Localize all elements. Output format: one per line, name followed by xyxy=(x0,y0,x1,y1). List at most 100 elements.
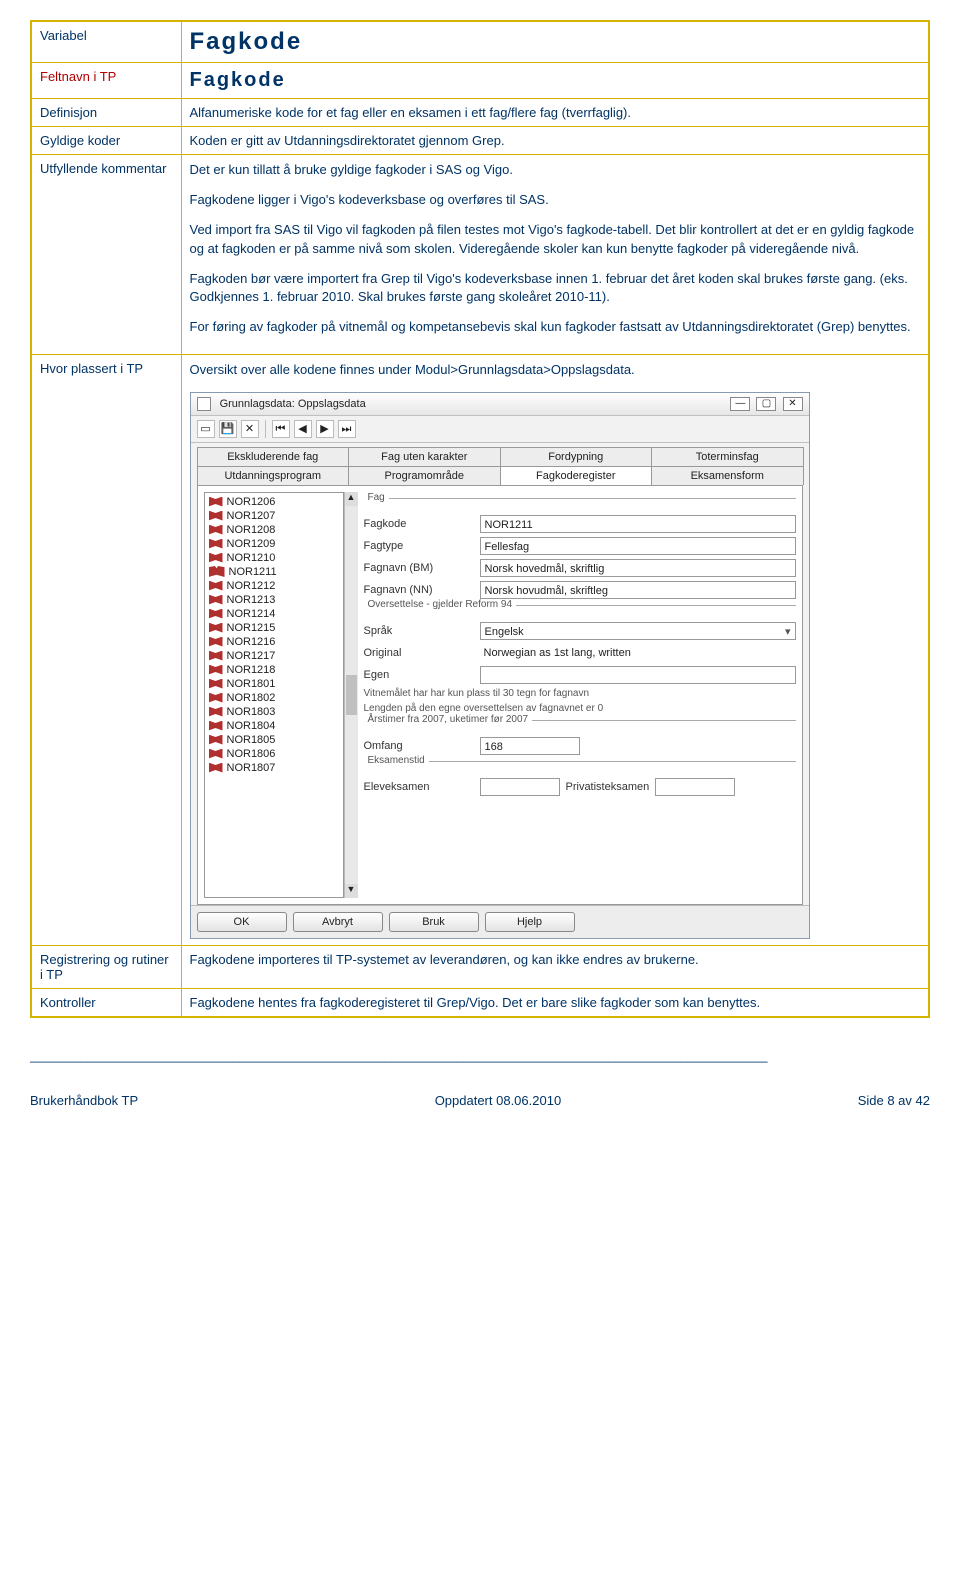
tab-eksamensform[interactable]: Eksamensform xyxy=(651,466,804,485)
book-icon xyxy=(209,623,223,633)
book-icon xyxy=(209,735,223,745)
maximize-button[interactable]: ▢ xyxy=(756,397,776,411)
tab-fagkoderegister[interactable]: Fagkoderegister xyxy=(500,466,653,485)
list-item-label: NOR1214 xyxy=(227,608,276,620)
list-item[interactable]: NOR1213 xyxy=(207,593,341,607)
ok-button[interactable]: OK xyxy=(197,912,287,932)
tab-toterminsfag[interactable]: Toterminsfag xyxy=(651,447,804,466)
input-egen[interactable] xyxy=(480,666,796,684)
prev-icon[interactable]: ◀ xyxy=(294,420,312,438)
row-registrering-value: Fagkodene importeres til TP-systemet av … xyxy=(181,945,929,988)
list-item[interactable]: NOR1210 xyxy=(207,551,341,565)
hvorplassert-intro: Oversikt over alle kodene finnes under M… xyxy=(190,361,921,379)
label-fagnavn-bm: Fagnavn (BM) xyxy=(364,562,474,574)
input-privatisteksamen[interactable] xyxy=(655,778,735,796)
list-item-label: NOR1806 xyxy=(227,748,276,760)
list-item[interactable]: NOR1208 xyxy=(207,523,341,537)
minimize-button[interactable]: — xyxy=(730,397,750,411)
list-item[interactable]: NOR1806 xyxy=(207,747,341,761)
input-fagnavn-bm[interactable]: Norsk hovedmål, skriftlig xyxy=(480,559,796,577)
list-item[interactable]: NOR1803 xyxy=(207,705,341,719)
row-definisjon-label: Definisjon xyxy=(31,99,181,127)
input-omfang[interactable]: 168 xyxy=(480,737,580,755)
label-fagkode: Fagkode xyxy=(364,518,474,530)
label-omfang: Omfang xyxy=(364,740,474,752)
list-item[interactable]: NOR1207 xyxy=(207,509,341,523)
new-icon[interactable]: ▭ xyxy=(197,420,215,438)
list-item[interactable]: NOR1802 xyxy=(207,691,341,705)
list-item-label: NOR1802 xyxy=(227,692,276,704)
book-icon xyxy=(209,497,223,507)
scroll-down-icon[interactable]: ▼ xyxy=(345,884,358,898)
footer-separator: ________________________________________… xyxy=(30,1048,930,1063)
delete-icon[interactable]: ✕ xyxy=(241,420,259,438)
row-gyldige-label: Gyldige koder xyxy=(31,127,181,155)
list-item[interactable]: NOR1215 xyxy=(207,621,341,635)
book-icon xyxy=(209,665,223,675)
list-item-label: NOR1803 xyxy=(227,706,276,718)
list-item[interactable]: NOR1807 xyxy=(207,761,341,775)
row-hvorplassert-value: Oversikt over alle kodene finnes under M… xyxy=(181,355,929,945)
fagkode-list[interactable]: NOR1206NOR1207NOR1208NOR1209NOR1210NOR12… xyxy=(204,492,344,898)
tab-row-bottom: Utdanningsprogram Programområde Fagkoder… xyxy=(197,466,803,485)
book-icon xyxy=(209,693,223,703)
list-item[interactable]: NOR1217 xyxy=(207,649,341,663)
footer-left: Brukerhåndbok TP xyxy=(30,1093,138,1108)
titlebar: Grunnlagsdata: Oppslagsdata — ▢ ✕ xyxy=(191,393,809,416)
tab-utdanningsprogram[interactable]: Utdanningsprogram xyxy=(197,466,350,485)
utfyllende-p2: Fagkodene ligger i Vigo's kodeverksbase … xyxy=(190,191,921,209)
list-item[interactable]: NOR1216 xyxy=(207,635,341,649)
list-item[interactable]: NOR1211 xyxy=(207,565,341,579)
input-fagtype[interactable]: Fellesfag xyxy=(480,537,796,555)
tab-programomraade[interactable]: Programområde xyxy=(348,466,501,485)
label-fagtype: Fagtype xyxy=(364,540,474,552)
input-fagkode[interactable]: NOR1211 xyxy=(480,515,796,533)
scroll-up-icon[interactable]: ▲ xyxy=(345,492,358,506)
list-item-label: NOR1213 xyxy=(227,594,276,606)
list-item-label: NOR1801 xyxy=(227,678,276,690)
list-item[interactable]: NOR1209 xyxy=(207,537,341,551)
input-eleveksamen[interactable] xyxy=(480,778,560,796)
value-original: Norwegian as 1st lang, written xyxy=(480,644,796,662)
first-icon[interactable]: ⏮ xyxy=(272,420,290,438)
row-feltnavn-label: Feltnavn i TP xyxy=(31,63,181,99)
section-fag: Fag xyxy=(364,492,389,503)
book-icon xyxy=(209,511,223,521)
list-item[interactable]: NOR1212 xyxy=(207,579,341,593)
tab-fag-uten-karakter[interactable]: Fag uten karakter xyxy=(348,447,501,466)
tab-fordypning[interactable]: Fordypning xyxy=(500,447,653,466)
select-sprak[interactable]: Engelsk xyxy=(480,622,796,640)
section-oversettelse: Oversettelse - gjelder Reform 94 xyxy=(364,599,517,610)
tab-row-top: Ekskluderende fag Fag uten karakter Ford… xyxy=(197,447,803,466)
avbryt-button[interactable]: Avbryt xyxy=(293,912,383,932)
book-icon xyxy=(209,679,223,689)
label-egen: Egen xyxy=(364,669,474,681)
note-2: Lengden på den egne oversettelsen av fag… xyxy=(364,703,796,714)
book-icon xyxy=(209,637,223,647)
input-fagnavn-nn[interactable]: Norsk hovudmål, skriftleg xyxy=(480,581,796,599)
section-eksamenstid: Eksamenstid xyxy=(364,755,429,766)
tab-ekskluderende[interactable]: Ekskluderende fag xyxy=(197,447,350,466)
next-icon[interactable]: ▶ xyxy=(316,420,334,438)
list-item[interactable]: NOR1805 xyxy=(207,733,341,747)
row-gyldige-value: Koden er gitt av Utdanningsdirektoratet … xyxy=(181,127,929,155)
scroll-thumb[interactable] xyxy=(346,675,357,715)
row-kontroller-value: Fagkodene hentes fra fagkoderegisteret t… xyxy=(181,988,929,1017)
bruk-button[interactable]: Bruk xyxy=(389,912,479,932)
list-item-label: NOR1807 xyxy=(227,762,276,774)
list-item[interactable]: NOR1218 xyxy=(207,663,341,677)
list-item-label: NOR1805 xyxy=(227,734,276,746)
save-icon[interactable]: 💾 xyxy=(219,420,237,438)
close-button[interactable]: ✕ xyxy=(783,397,803,411)
hjelp-button[interactable]: Hjelp xyxy=(485,912,575,932)
book-icon xyxy=(209,566,225,577)
list-item[interactable]: NOR1214 xyxy=(207,607,341,621)
label-original: Original xyxy=(364,647,474,659)
list-item[interactable]: NOR1206 xyxy=(207,495,341,509)
row-utfyllende-label: Utfyllende kommentar xyxy=(31,155,181,355)
scrollbar[interactable]: ▲ ▼ xyxy=(344,492,358,898)
list-item[interactable]: NOR1801 xyxy=(207,677,341,691)
list-item[interactable]: NOR1804 xyxy=(207,719,341,733)
book-icon xyxy=(209,595,223,605)
last-icon[interactable]: ⏭ xyxy=(338,420,356,438)
